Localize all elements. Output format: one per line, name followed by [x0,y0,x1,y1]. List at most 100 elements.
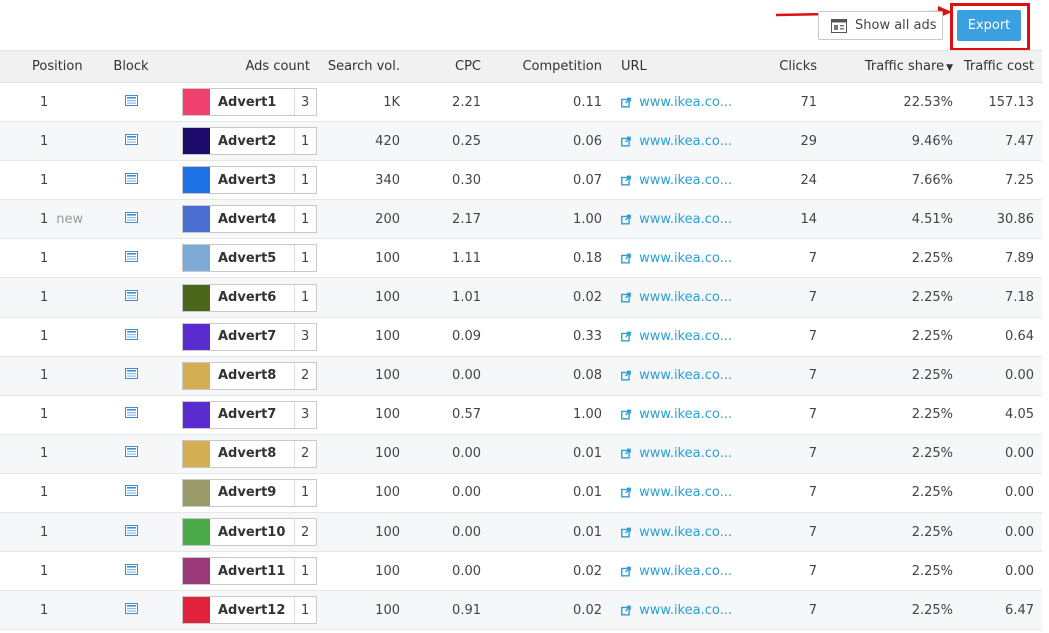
header-traffic-cost[interactable]: Traffic cost [953,59,1034,74]
position-value: 1 [40,563,49,579]
cell-ads-count: Advert10 2 [172,518,318,547]
block-layout-icon [124,94,138,106]
cell-ads-count: Advert8 2 [172,361,318,390]
advert-chip[interactable]: Advert10 2 [182,518,317,547]
cell-ads-count: Advert8 2 [172,439,318,468]
cell-competition: 0.08 [573,368,602,384]
advert-chip[interactable]: Advert12 1 [182,596,317,625]
cell-search-vol: 100 [375,524,400,540]
cell-url: www.ikea.co... [602,173,732,188]
url-link[interactable]: www.ikea.co... [621,95,732,110]
position-value: 1 [40,211,49,227]
url-link[interactable]: www.ikea.co... [621,407,732,422]
advert-count: 1 [294,245,316,272]
cell-search-vol: 420 [375,133,400,149]
cell-block [90,250,172,266]
advert-chip[interactable]: Advert8 2 [182,439,317,468]
url-link[interactable]: www.ikea.co... [621,329,732,344]
cell-ads-count: Advert4 1 [172,205,318,234]
advert-count: 1 [294,128,316,155]
cell-ads-count: Advert7 3 [172,322,318,351]
advert-chip[interactable]: Advert9 1 [182,478,317,507]
advert-chip[interactable]: Advert3 1 [182,166,317,195]
url-text: www.ikea.co... [639,94,732,110]
advert-chip[interactable]: Advert8 2 [182,361,317,390]
cell-url: www.ikea.co... [602,603,732,618]
cell-clicks: 7 [808,407,817,423]
advert-chip[interactable]: Advert11 1 [182,557,317,586]
cell-clicks: 7 [808,446,817,462]
advert-chip[interactable]: Advert7 3 [182,322,317,351]
url-link[interactable]: www.ikea.co... [621,212,732,227]
block-layout-icon [124,407,138,419]
header-traffic-share[interactable]: Traffic share ▼ [817,59,953,74]
position-value: 1 [40,290,49,306]
header-block[interactable]: Block [90,59,172,74]
url-link[interactable]: www.ikea.co... [621,290,732,305]
advert-color-swatch [183,89,210,116]
header-cpc[interactable]: CPC [400,59,481,74]
cell-block [90,602,172,618]
cell-traffic-share: 7.66% [911,172,953,188]
url-link[interactable]: www.ikea.co... [621,525,732,540]
url-link[interactable]: www.ikea.co... [621,368,732,383]
cell-position: 1 new [0,212,90,227]
cell-clicks: 7 [808,563,817,579]
url-link[interactable]: www.ikea.co... [621,564,732,579]
position-value: 1 [40,250,49,266]
show-all-ads-button[interactable]: Show all ads [818,11,943,40]
cell-competition: 0.01 [573,446,602,462]
url-link[interactable]: www.ikea.co... [621,173,732,188]
advert-name: Advert5 [218,250,277,266]
advert-color-swatch [183,401,210,428]
url-link[interactable]: www.ikea.co... [621,485,732,500]
cell-position: 1 [0,290,90,305]
cell-position: 1 [0,134,90,149]
cell-position: 1 [0,485,90,500]
header-clicks[interactable]: Clicks [732,59,817,74]
advert-chip[interactable]: Advert2 1 [182,127,317,156]
header-ads-count[interactable]: Ads count [172,59,318,74]
external-link-icon [621,97,631,108]
header-url[interactable]: URL [602,59,732,74]
table-row: 1 Advert9 1 100 0.00 0.01 www.ikea.co...… [0,474,1042,514]
advert-chip[interactable]: Advert4 1 [182,205,317,234]
url-text: www.ikea.co... [639,485,732,501]
cell-traffic-share: 2.25% [911,250,953,266]
advert-color-swatch [183,479,210,506]
advert-name: Advert4 [218,211,277,227]
cell-cpc: 0.00 [452,485,481,501]
cell-traffic-cost: 0.00 [1005,563,1034,579]
advert-chip[interactable]: Advert5 1 [182,244,317,273]
advert-name: Advert7 [218,407,277,423]
url-link[interactable]: www.ikea.co... [621,251,732,266]
external-link-icon [621,488,631,498]
url-link[interactable]: www.ikea.co... [621,603,732,618]
advert-color-swatch [183,440,210,467]
header-search-vol[interactable]: Search vol. [318,59,400,74]
table-body: 1 Advert1 3 1K 2.21 0.11 www.ikea.co... … [0,83,1042,631]
cell-competition: 0.18 [573,250,602,266]
external-link-icon [621,175,631,186]
cell-competition: 1.00 [573,211,602,227]
export-button[interactable]: Export [957,10,1021,41]
position-value: 1 [40,133,49,149]
external-link-icon [621,214,631,225]
url-link[interactable]: www.ikea.co... [621,134,732,149]
position-value: 1 [40,172,49,188]
block-layout-icon [124,524,138,536]
block-layout-icon [124,172,138,184]
cell-search-vol: 100 [375,290,400,306]
url-text: www.ikea.co... [639,329,732,345]
advert-chip[interactable]: Advert7 3 [182,400,317,429]
block-layout-icon [124,368,138,380]
url-link[interactable]: www.ikea.co... [621,446,732,461]
cell-cpc: 0.00 [452,524,481,540]
cell-ads-count: Advert11 1 [172,557,318,586]
header-position[interactable]: Position [0,59,90,74]
header-competition[interactable]: Competition [481,59,602,74]
advert-chip[interactable]: Advert1 3 [182,88,317,117]
cell-traffic-share: 2.25% [911,329,953,345]
advert-chip[interactable]: Advert6 1 [182,283,317,312]
cell-ads-count: Advert3 1 [172,166,318,195]
